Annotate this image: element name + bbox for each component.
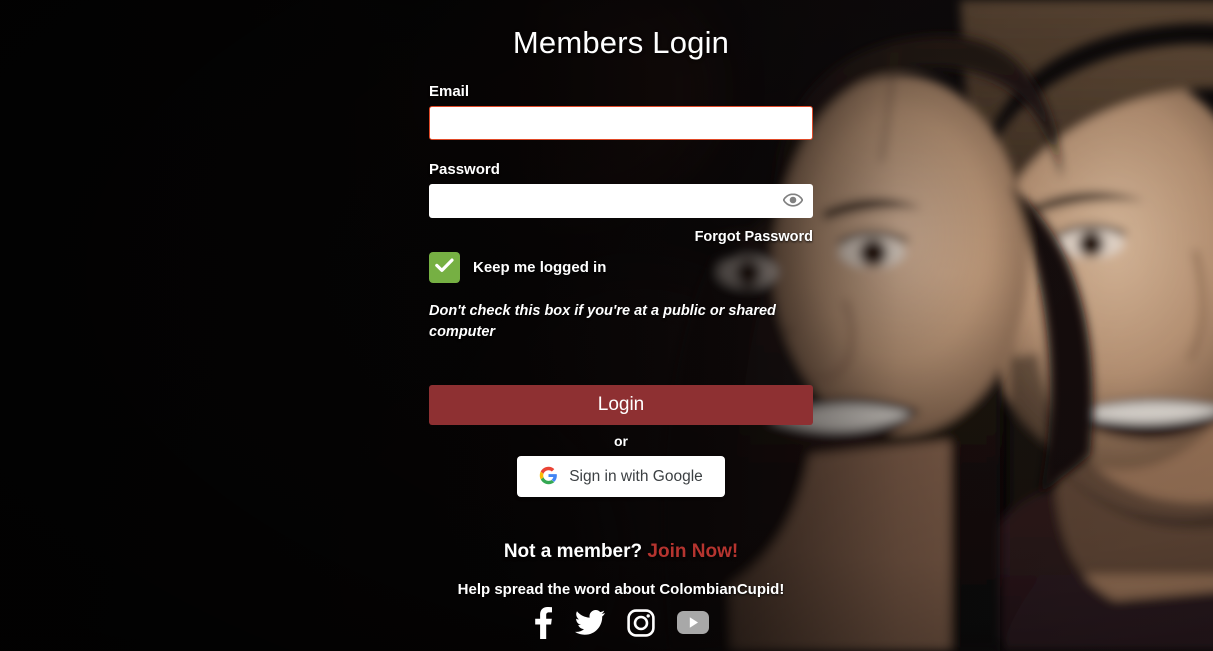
keep-logged-in-label[interactable]: Keep me logged in xyxy=(473,259,606,276)
google-signin-button[interactable]: Sign in with Google xyxy=(517,456,725,497)
password-input[interactable] xyxy=(429,184,813,218)
login-form-container: Members Login Email Password Forgot Pass… xyxy=(429,0,813,651)
social-link-youtube[interactable] xyxy=(677,609,709,641)
keep-logged-in-row[interactable]: Keep me logged in xyxy=(429,252,813,283)
instagram-icon xyxy=(627,608,655,642)
social-link-instagram[interactable] xyxy=(627,608,655,642)
facebook-icon xyxy=(533,606,553,644)
google-g-icon xyxy=(539,466,558,488)
youtube-icon xyxy=(677,611,709,639)
login-page: Members Login Email Password Forgot Pass… xyxy=(0,0,1213,651)
toggle-password-visibility-button[interactable] xyxy=(781,190,805,212)
social-link-facebook[interactable] xyxy=(533,606,553,644)
login-button[interactable]: Login xyxy=(429,385,813,425)
not-a-member-text: Not a member? xyxy=(503,541,643,562)
password-input-wrap xyxy=(429,184,813,218)
password-label: Password xyxy=(429,161,500,178)
twitter-icon xyxy=(574,610,605,640)
spread-the-word-text: Help spread the word about ColombianCupi… xyxy=(457,581,785,598)
or-divider-label: or xyxy=(614,433,628,449)
join-now-link[interactable]: Join Now! xyxy=(647,541,738,562)
google-signin-row: Sign in with Google xyxy=(429,456,813,497)
forgot-password-row: Forgot Password xyxy=(429,228,813,248)
checkmark-icon xyxy=(435,258,454,278)
email-input-wrap xyxy=(429,106,813,140)
eye-icon xyxy=(782,192,804,210)
email-input[interactable] xyxy=(429,106,813,140)
keep-logged-in-checkbox[interactable] xyxy=(429,252,460,283)
social-links-row xyxy=(429,606,813,644)
google-signin-label: Sign in with Google xyxy=(569,467,703,485)
social-link-twitter[interactable] xyxy=(574,609,605,641)
not-a-member-row: Not a member? Join Now! xyxy=(429,541,813,563)
page-title: Members Login xyxy=(512,25,730,60)
email-label: Email xyxy=(429,83,470,100)
public-computer-hint: Don't check this box if you're at a publ… xyxy=(429,303,776,340)
forgot-password-link[interactable]: Forgot Password xyxy=(695,229,813,245)
